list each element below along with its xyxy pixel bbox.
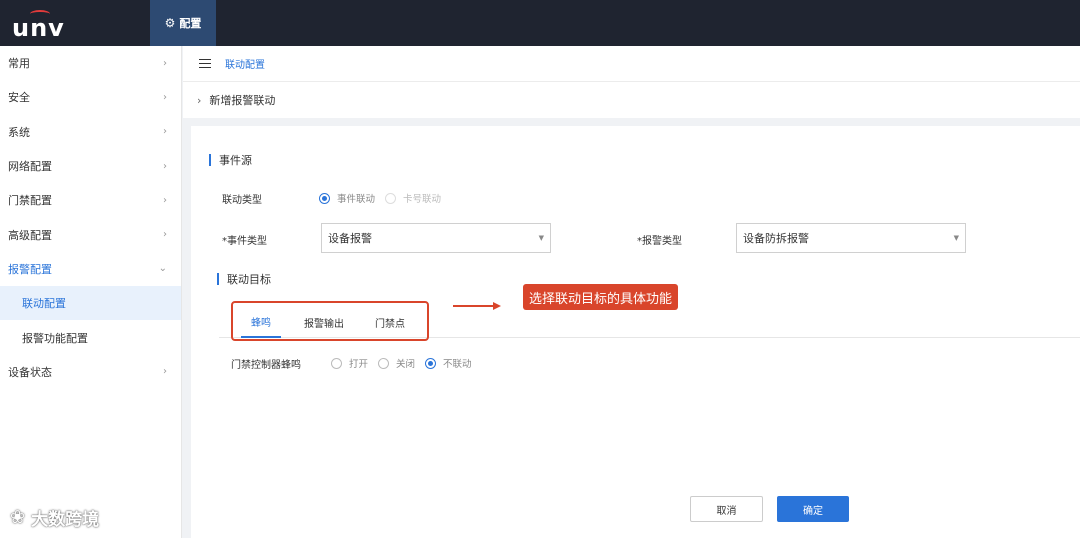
radio-icon	[385, 192, 397, 204]
sidebar-item-alarm-config[interactable]: 报警配置 ⌄	[0, 252, 181, 286]
logo-text: unv	[12, 14, 65, 42]
confirm-button[interactable]: 确定	[777, 496, 849, 522]
sidebar-item-device-status[interactable]: 设备状态 ›	[0, 355, 181, 389]
watermark-logo-icon: ❀	[10, 507, 26, 528]
chevron-right-icon: ›	[163, 160, 167, 172]
page-title: 新增报警联动	[209, 94, 276, 107]
chevron-right-icon: ›	[163, 126, 167, 138]
sidebar-subitem-alarm-function[interactable]: 报警功能配置	[0, 320, 181, 354]
radio-checked-icon	[425, 357, 437, 369]
chevron-right-icon[interactable]: ›	[197, 94, 201, 107]
sidebar-item-label: 高级配置	[8, 228, 52, 242]
radio-label: 事件联动	[337, 194, 376, 205]
radio-label: 关闭	[396, 359, 416, 370]
sidebar-item-common[interactable]: 常用 ›	[0, 46, 181, 80]
event-type-value: 设备报警	[328, 232, 372, 245]
section-marker	[209, 154, 211, 166]
page-subheader: › 新增报警联动	[183, 82, 1080, 118]
menu-toggle-icon[interactable]	[199, 56, 211, 71]
sidebar-item-label: 报警配置	[8, 262, 52, 276]
top-nav-config-label: 配置	[179, 17, 202, 30]
radio-buzzer-no-linkage[interactable]: 不联动	[425, 356, 472, 370]
sidebar-item-network[interactable]: 网络配置 ›	[0, 149, 181, 183]
radio-buzzer-on[interactable]: 打开	[331, 356, 368, 370]
annotation-callout: 选择联动目标的具体功能	[523, 284, 679, 310]
cancel-button[interactable]: 取消	[690, 496, 763, 522]
radio-buzzer-off[interactable]: 关闭	[378, 356, 415, 370]
sidebar-item-label: 联动配置	[22, 297, 66, 311]
alarm-type-label: *报警类型	[637, 236, 682, 247]
event-type-select[interactable]: 设备报警 ▼	[321, 223, 551, 253]
chevron-right-icon: ›	[163, 194, 167, 206]
sidebar-item-advanced[interactable]: 高级配置 ›	[0, 217, 181, 251]
linkage-type-label: 联动类型	[222, 195, 262, 206]
sidebar-item-label: 网络配置	[8, 160, 52, 174]
radio-card-linkage[interactable]: 卡号联动	[385, 191, 441, 205]
brand-logo[interactable]: unv	[12, 6, 70, 42]
form-panel: 事件源 联动类型 事件联动 卡号联动 *事件类型 设备报警 ▼ *报警类型 设备…	[191, 126, 1080, 538]
section-linkage-target: 联动目标	[217, 271, 271, 287]
caret-down-icon: ▼	[953, 234, 959, 242]
gear-icon: ⚙	[164, 16, 176, 30]
top-bar: unv ⚙ 配置	[0, 0, 1080, 46]
sidebar-item-label: 门禁配置	[8, 194, 52, 208]
alarm-type-value: 设备防拆报警	[743, 232, 809, 245]
radio-event-linkage[interactable]: 事件联动	[319, 191, 375, 205]
chevron-right-icon: ›	[163, 91, 167, 103]
sidebar-item-label: 安全	[8, 91, 30, 105]
watermark-text: 大数跨境	[31, 510, 100, 530]
sidebar-item-label: 常用	[8, 57, 30, 71]
sidebar-item-label: 设备状态	[8, 365, 52, 379]
sidebar-item-label: 报警功能配置	[22, 331, 88, 345]
sidebar-item-label: 系统	[8, 125, 30, 139]
sidebar-item-security[interactable]: 安全 ›	[0, 80, 181, 114]
section-marker	[217, 273, 219, 285]
radio-label: 卡号联动	[403, 194, 442, 205]
annotation-highlight-box	[231, 301, 429, 341]
radio-checked-icon	[319, 192, 330, 204]
watermark: ❀ 大数跨境	[10, 505, 99, 530]
caret-down-icon: ▼	[538, 234, 544, 242]
event-type-label: *事件类型	[222, 236, 267, 247]
sidebar-subitem-linkage-config[interactable]: 联动配置	[0, 286, 181, 321]
sidebar-item-access-control[interactable]: 门禁配置 ›	[0, 183, 181, 217]
alarm-type-select[interactable]: 设备防拆报警 ▼	[736, 223, 966, 253]
sidebar-item-system[interactable]: 系统 ›	[0, 115, 181, 149]
radio-label: 打开	[349, 359, 369, 370]
section-event-source: 事件源	[209, 152, 252, 168]
radio-icon	[331, 357, 342, 369]
chevron-right-icon: ›	[163, 229, 167, 241]
sidebar: 常用 › 安全 › 系统 › 网络配置 › 门禁配置 › 高级配置 › 报警配置…	[0, 46, 182, 538]
buzzer-radio-group: 打开 关闭 不联动	[331, 356, 482, 370]
chevron-right-icon: ›	[163, 57, 167, 69]
top-nav-config-tab[interactable]: ⚙ 配置	[150, 0, 216, 46]
chevron-down-icon: ⌄	[158, 263, 167, 275]
section-title: 联动目标	[227, 273, 271, 286]
linkage-type-radio-group: 事件联动 卡号联动	[319, 191, 451, 205]
breadcrumb-bar: 联动配置	[183, 46, 1080, 82]
radio-label: 不联动	[443, 359, 472, 370]
chevron-right-icon: ›	[163, 366, 167, 378]
breadcrumb[interactable]: 联动配置	[225, 56, 265, 71]
section-title: 事件源	[219, 154, 252, 167]
annotation-arrow-icon	[453, 302, 501, 310]
buzzer-label: 门禁控制器蜂鸣	[231, 360, 301, 371]
radio-icon	[378, 357, 390, 369]
